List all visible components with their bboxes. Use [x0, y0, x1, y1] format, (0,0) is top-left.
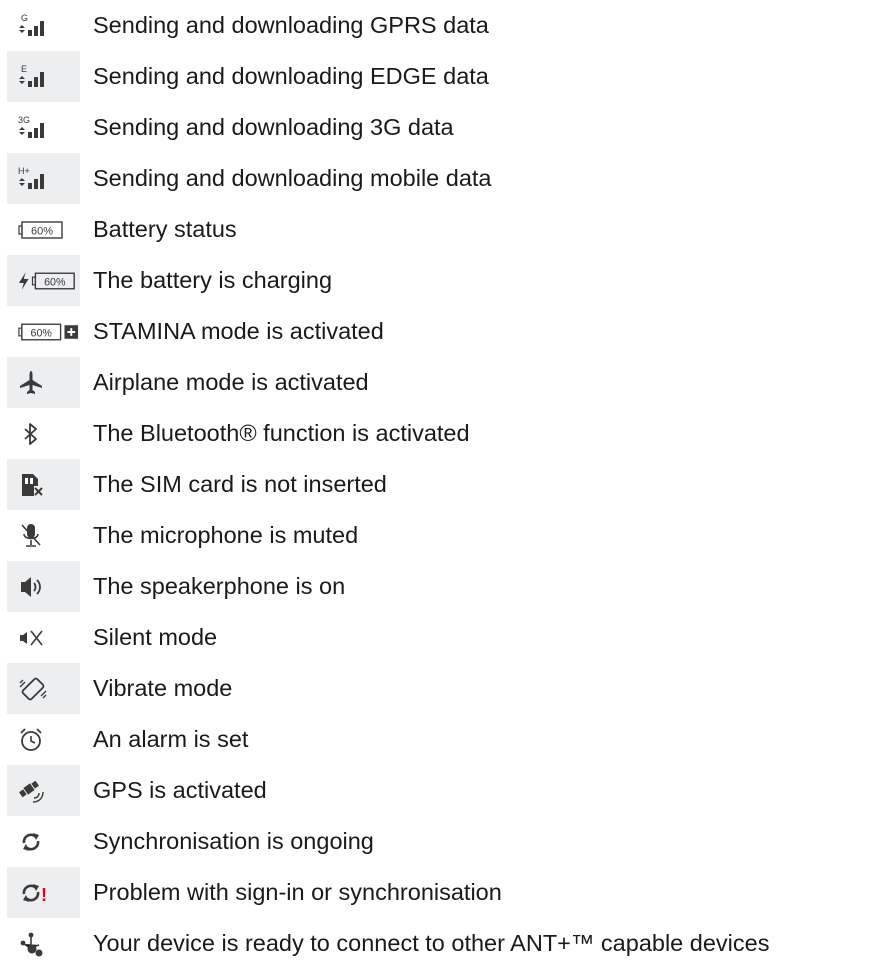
list-item: 60% The battery is charging	[0, 255, 884, 306]
list-item: H+ Sending and downloading mobile data	[0, 153, 884, 204]
edge-signal-icon: E	[19, 64, 44, 87]
ant-plus-icon	[20, 932, 43, 956]
list-item-label: Problem with sign-in or synchronisation	[93, 879, 502, 905]
battery-charging-icon: 60%	[18, 271, 75, 290]
list-item-label: Sending and downloading 3G data	[93, 114, 454, 140]
list-item: 60% STAMINA mode is activated	[0, 306, 884, 357]
svg-text:H+: H+	[18, 166, 30, 176]
icon-cell: 3G	[7, 102, 80, 153]
list-item: 60% Battery status	[0, 204, 884, 255]
list-item: The speakerphone is on	[0, 561, 884, 612]
list-item: ! Problem with sign-in or synchronisatio…	[0, 867, 884, 918]
gps-icon	[19, 780, 44, 803]
3g-signal-icon: 3G	[18, 115, 44, 138]
microphone-muted-icon	[21, 523, 41, 547]
list-item-label: Sending and downloading GPRS data	[93, 12, 489, 38]
vibrate-mode-icon	[19, 677, 47, 700]
airplane-mode-icon	[20, 370, 42, 394]
list-item-label: Battery status	[93, 216, 237, 242]
icon-cell: 60%	[7, 306, 80, 357]
alarm-icon	[20, 727, 42, 751]
svg-text:!: !	[41, 885, 47, 905]
list-item-label: GPS is activated	[93, 777, 267, 803]
sync-problem-icon: !	[22, 883, 47, 905]
hplus-signal-icon: H+	[18, 166, 44, 189]
list-item-label: Synchronisation is ongoing	[93, 828, 374, 854]
silent-mode-icon	[20, 630, 43, 645]
icon-cell	[7, 816, 80, 867]
list-item: An alarm is set	[0, 714, 884, 765]
icon-cell: 60%	[7, 255, 80, 306]
list-item-label: Silent mode	[93, 624, 218, 650]
icon-cell: 60%	[7, 204, 80, 255]
speakerphone-icon	[21, 576, 41, 597]
list-item: Your device is ready to connect to other…	[0, 918, 884, 969]
list-item-label: STAMINA mode is activated	[93, 318, 384, 344]
list-item-label: The speakerphone is on	[93, 573, 346, 599]
list-item-label: Sending and downloading EDGE data	[93, 63, 489, 89]
list-item-label: Vibrate mode	[93, 675, 233, 701]
icon-cell	[7, 459, 80, 510]
list-item: GPS is activated	[0, 765, 884, 816]
list-item: 3G Sending and downloading 3G data	[0, 102, 884, 153]
list-item: Silent mode	[0, 612, 884, 663]
icon-cell	[7, 714, 80, 765]
list-item: G Sending and downloading GPRS data	[0, 0, 884, 51]
list-item: Airplane mode is activated	[0, 357, 884, 408]
list-item-label: An alarm is set	[93, 726, 249, 752]
list-item-label: The battery is charging	[93, 267, 333, 293]
icon-cell: !	[7, 867, 80, 918]
svg-text:60%: 60%	[31, 327, 53, 339]
icon-cell: H+	[7, 153, 80, 204]
svg-text:E: E	[21, 64, 27, 74]
icon-cell	[7, 561, 80, 612]
list-item: Synchronisation is ongoing	[0, 816, 884, 867]
list-item: The SIM card is not inserted	[0, 459, 884, 510]
list-item: The microphone is muted	[0, 510, 884, 561]
stamina-mode-icon: 60%	[18, 323, 79, 340]
list-item-label: Sending and downloading mobile data	[93, 165, 492, 191]
icon-cell	[7, 663, 80, 714]
list-item-label: The Bluetooth® function is activated	[93, 420, 470, 446]
icon-cell	[7, 510, 80, 561]
bluetooth-icon	[24, 422, 37, 445]
gprs-signal-icon: G	[19, 13, 44, 36]
sync-icon	[22, 832, 40, 851]
battery-status-icon: 60%	[18, 220, 63, 239]
icon-cell	[7, 765, 80, 816]
list-item-label: Your device is ready to connect to other…	[93, 930, 770, 956]
svg-text:G: G	[21, 13, 28, 23]
list-item: E Sending and downloading EDGE data	[0, 51, 884, 102]
icon-cell	[7, 612, 80, 663]
list-item-label: The SIM card is not inserted	[93, 471, 387, 497]
icon-cell	[7, 357, 80, 408]
list-item: The Bluetooth® function is activated	[0, 408, 884, 459]
icon-cell: G	[7, 0, 80, 51]
list-item-label: Airplane mode is activated	[93, 369, 369, 395]
svg-text:60%: 60%	[31, 225, 53, 237]
svg-text:60%: 60%	[44, 276, 66, 288]
icon-cell: E	[7, 51, 80, 102]
svg-text:3G: 3G	[18, 115, 30, 125]
list-item-label: The microphone is muted	[93, 522, 359, 548]
sim-missing-icon	[22, 473, 43, 496]
list-item: Vibrate mode	[0, 663, 884, 714]
icon-cell	[7, 918, 80, 969]
icon-cell	[7, 408, 80, 459]
